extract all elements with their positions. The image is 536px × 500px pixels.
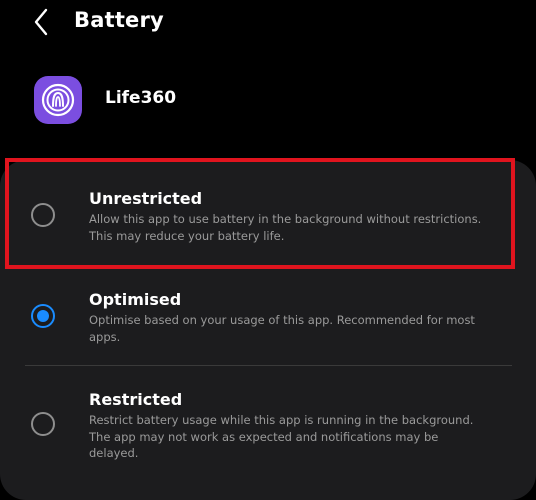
option-title: Optimised [89,290,182,309]
option-optimised[interactable]: Optimised Optimise based on your usage o… [0,278,536,358]
divider [25,365,512,366]
radio-unrestricted[interactable] [31,203,55,227]
app-header: Life360 [0,72,536,128]
option-description: Restrict battery usage while this app is… [89,413,474,460]
top-bar: Battery [0,0,536,48]
option-description: Allow this app to use battery in the bac… [89,212,482,243]
back-button[interactable] [26,6,58,38]
life360-logo-icon [34,76,82,124]
option-title: Restricted [89,390,183,409]
option-title: Unrestricted [89,189,203,208]
app-name: Life360 [105,88,177,108]
radio-optimised[interactable] [31,304,55,328]
radio-restricted[interactable] [31,412,55,436]
option-description: Optimise based on your usage of this app… [89,313,475,344]
page-title: Battery [74,8,164,32]
option-restricted[interactable]: Restricted Restrict battery usage while … [0,380,536,470]
option-unrestricted[interactable]: Unrestricted Allow this app to use batte… [0,175,536,255]
chevron-left-icon [34,8,48,36]
